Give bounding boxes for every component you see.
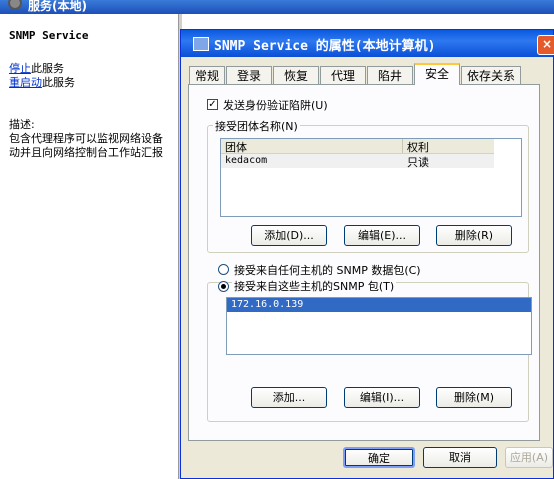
column-header-community[interactable]: 团体 bbox=[225, 139, 247, 155]
tab-recovery[interactable]: 恢复 bbox=[273, 66, 319, 84]
dialog-title: SNMP Service 的属性(本地计算机) bbox=[214, 39, 436, 54]
community-list-header: 团体 权利 bbox=[221, 139, 494, 154]
accept-these-hosts-label: 接受来自这些主机的SNMP 包(T) bbox=[232, 278, 397, 294]
services-window-title: 服务(本地) bbox=[28, 0, 87, 13]
host-list[interactable]: 172.16.0.139 bbox=[226, 297, 532, 355]
tab-logon[interactable]: 登录 bbox=[226, 66, 272, 84]
table-row[interactable]: kedacom 只读 bbox=[221, 154, 494, 169]
window-icon bbox=[193, 37, 209, 51]
service-name-heading: SNMP Service bbox=[9, 29, 89, 42]
send-auth-trap-label: 发送身份验证陷阱(U) bbox=[223, 99, 328, 112]
send-auth-trap-checkbox[interactable]: ✓ bbox=[207, 99, 218, 110]
edit-host-button[interactable]: 编辑(I)... bbox=[344, 387, 420, 408]
community-list[interactable]: 团体 权利 kedacom 只读 bbox=[220, 138, 522, 217]
gear-icon bbox=[8, 0, 22, 10]
tab-agent[interactable]: 代理 bbox=[320, 66, 366, 84]
community-rights-cell: 只读 bbox=[407, 156, 429, 169]
tab-general[interactable]: 常规 bbox=[189, 66, 225, 84]
apply-button[interactable]: 应用(A) bbox=[505, 447, 553, 468]
services-window-titlebar: 服务(本地) bbox=[0, 0, 554, 14]
community-name-cell: kedacom bbox=[225, 155, 268, 166]
add-community-button[interactable]: 添加(D)... bbox=[251, 225, 327, 246]
accept-any-host-radio[interactable] bbox=[218, 264, 229, 275]
properties-dialog: SNMP Service 的属性(本地计算机) × 常规 登录 恢复 代理 陷井… bbox=[180, 29, 554, 479]
add-host-button[interactable]: 添加... bbox=[251, 387, 327, 408]
security-tab-panel: ✓ 发送身份验证陷阱(U) 接受团体名称(N) 团体 权利 kedacom 只读… bbox=[188, 84, 540, 441]
remove-host-button[interactable]: 删除(M) bbox=[436, 387, 512, 408]
close-button[interactable]: × bbox=[537, 35, 554, 55]
tab-traps[interactable]: 陷井 bbox=[367, 66, 413, 84]
tab-dependencies[interactable]: 依存关系 bbox=[461, 66, 521, 84]
restart-service-line: 重启动此服务 bbox=[9, 74, 75, 90]
ok-button[interactable]: 确定 bbox=[343, 447, 415, 468]
remove-community-button[interactable]: 删除(R) bbox=[436, 225, 512, 246]
restart-service-suffix: 此服务 bbox=[42, 76, 75, 89]
column-header-rights[interactable]: 权利 bbox=[407, 139, 429, 155]
dialog-titlebar[interactable]: SNMP Service 的属性(本地计算机) × bbox=[181, 30, 554, 57]
column-divider bbox=[402, 139, 403, 153]
cancel-button[interactable]: 取消 bbox=[423, 447, 497, 468]
accept-any-host-label: 接受来自任何主机的 SNMP 数据包(C) bbox=[234, 264, 421, 277]
list-item[interactable]: 172.16.0.139 bbox=[227, 298, 531, 312]
restart-service-link[interactable]: 重启动 bbox=[9, 76, 42, 89]
community-group-label: 接受团体名称(N) bbox=[213, 118, 300, 134]
accept-these-hosts-radio[interactable] bbox=[218, 281, 229, 292]
tab-security[interactable]: 安全 bbox=[414, 63, 460, 85]
description-line-2: 动并且向网络控制台工作站汇报 bbox=[9, 146, 163, 159]
edit-community-button[interactable]: 编辑(E)... bbox=[344, 225, 420, 246]
